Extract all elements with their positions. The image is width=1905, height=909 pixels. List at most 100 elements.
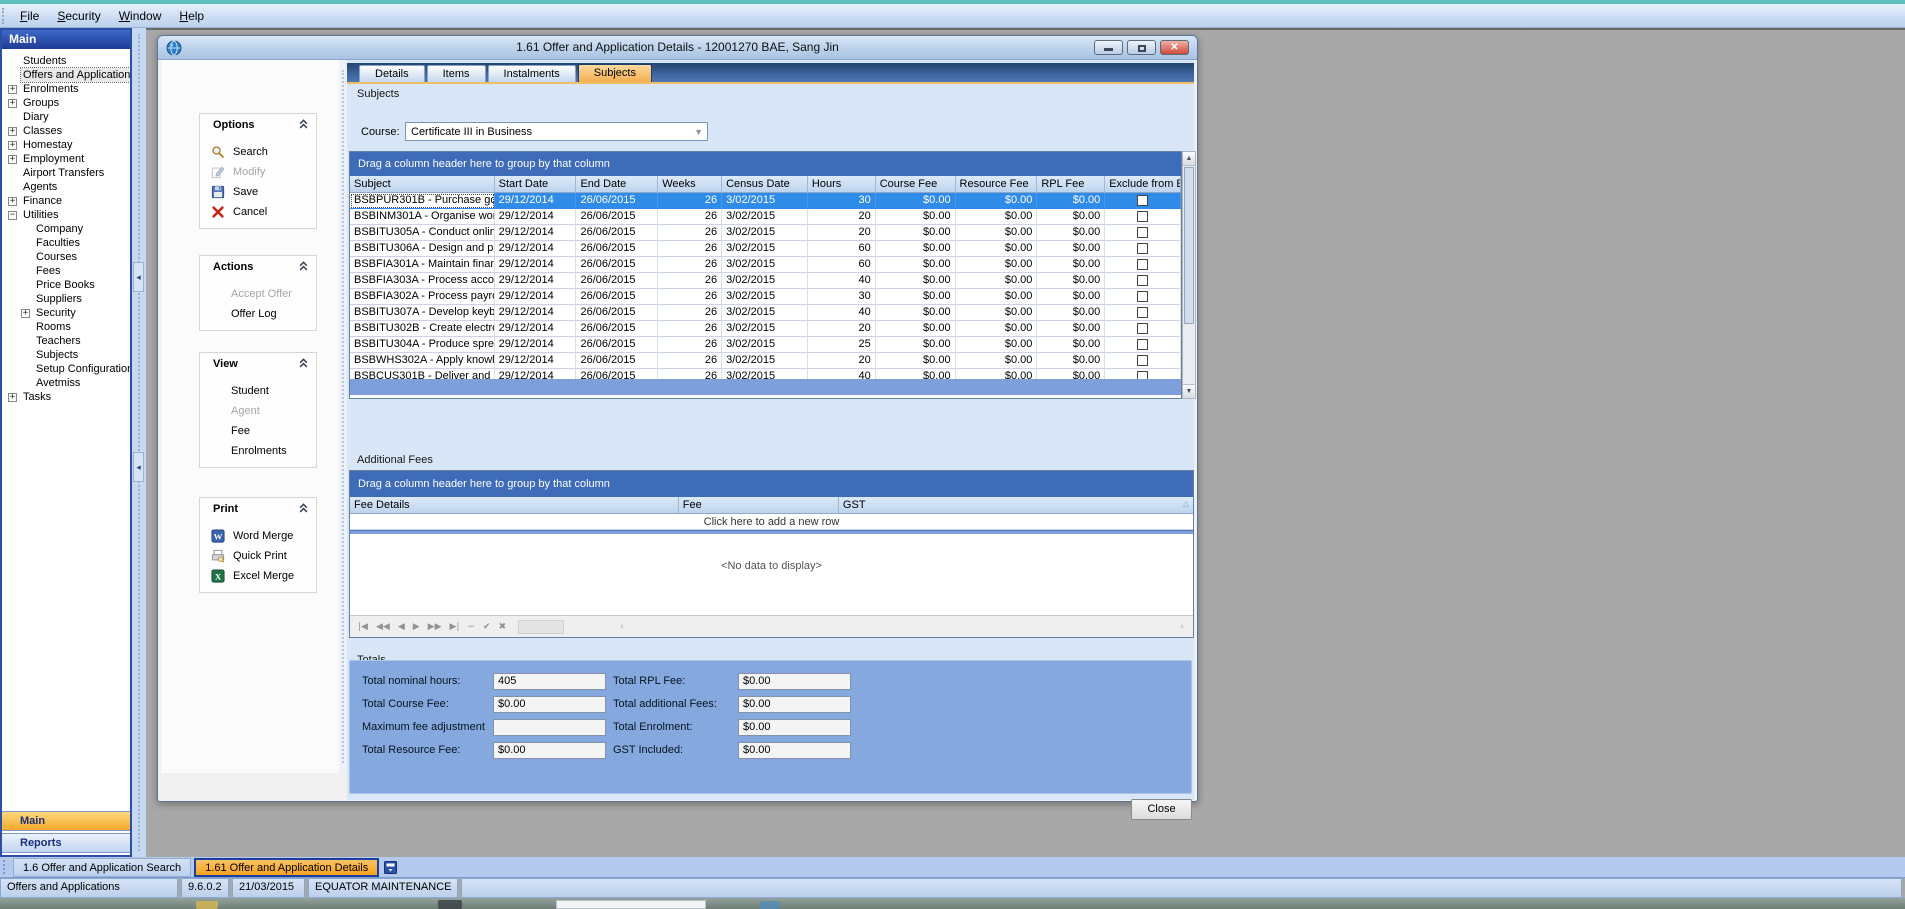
sidebar-item-avetmiss[interactable]: Avetmiss (2, 376, 130, 390)
exclude-checkbox[interactable] (1137, 291, 1148, 302)
sidebar-item-students[interactable]: Students (2, 54, 130, 68)
section-header-options[interactable]: Options (200, 114, 316, 136)
sidebar-item-diary[interactable]: Diary (2, 110, 130, 124)
window-tab-inactive[interactable]: 1.6 Offer and Application Search (13, 858, 191, 877)
sidebar-item-company[interactable]: Company (2, 222, 130, 236)
section-header-print[interactable]: Print (200, 498, 316, 520)
sidebar-item-subjects[interactable]: Subjects (2, 348, 130, 362)
sidebar-item-setup-configuration[interactable]: Setup Configuration (2, 362, 130, 376)
minimize-icon[interactable] (1094, 40, 1123, 55)
cancel-button[interactable]: Cancel (200, 202, 316, 222)
scroll-up-icon[interactable]: ▲ (1183, 152, 1195, 166)
sidebar-item-teachers[interactable]: Teachers (2, 334, 130, 348)
column-header-start-date[interactable]: Start Date (495, 176, 577, 192)
subject-row[interactable]: BSBINM301A - Organise workpl29/12/201426… (350, 209, 1181, 225)
column-header-exclude-from-enr[interactable]: Exclude from Enr (1105, 176, 1181, 192)
expand-icon[interactable]: + (8, 99, 17, 108)
column-header-census-date[interactable]: Census Date (722, 176, 808, 192)
search-button[interactable]: Search (200, 142, 316, 162)
excel-merge-button[interactable]: XExcel Merge (200, 566, 316, 586)
menu-window[interactable]: Window (110, 7, 171, 25)
sidebar-item-price-books[interactable]: Price Books (2, 278, 130, 292)
section-header-view[interactable]: View (200, 353, 316, 375)
exclude-checkbox[interactable] (1137, 275, 1148, 286)
quick-print-button[interactable]: Quick Print (200, 546, 316, 566)
subject-row[interactable]: BSBCUS301B - Deliver and mo29/12/201426/… (350, 369, 1181, 379)
scroll-right-icon[interactable]: › (1176, 622, 1188, 632)
subject-row[interactable]: BSBITU305A - Conduct online29/12/201426/… (350, 225, 1181, 241)
close-icon[interactable]: ✕ (1160, 40, 1189, 55)
tab-items[interactable]: Items (427, 65, 486, 82)
menu-help[interactable]: Help (170, 7, 213, 25)
column-header-weeks[interactable]: Weeks (658, 176, 722, 192)
totals-field-total-additional-fees-[interactable]: $0.00 (738, 696, 851, 713)
expand-icon[interactable]: + (8, 155, 17, 164)
word-merge-button[interactable]: WWord Merge (200, 526, 316, 546)
column-header-course-fee[interactable]: Course Fee (876, 176, 956, 192)
menu-file[interactable]: File (11, 7, 48, 25)
exclude-checkbox[interactable] (1137, 227, 1148, 238)
window-list-icon[interactable] (384, 861, 397, 874)
collapse-left-icon[interactable]: ◂ (133, 262, 144, 292)
scroll-down-icon[interactable]: ▼ (1183, 384, 1195, 398)
next-record-icon[interactable]: ▶ (409, 622, 424, 632)
column-header-hours[interactable]: Hours (808, 176, 876, 192)
add-new-row[interactable]: Click here to add a new row (350, 514, 1193, 530)
group-by-band[interactable]: Drag a column header here to group by th… (350, 471, 1193, 497)
sidebar-item-suppliers[interactable]: Suppliers (2, 292, 130, 306)
subject-row[interactable]: BSBITU307A - Develop keyboa29/12/201426/… (350, 305, 1181, 321)
delete-record-icon[interactable]: − (463, 622, 479, 632)
fee-button[interactable]: Fee (200, 421, 316, 441)
last-record-icon[interactable]: ▶| (446, 622, 464, 632)
subject-row[interactable]: BSBWHS302A - Apply knowled29/12/201426/0… (350, 353, 1181, 369)
tab-instalments[interactable]: Instalments (488, 65, 576, 82)
sidebar-item-finance[interactable]: +Finance (2, 194, 130, 208)
expand-icon[interactable]: + (21, 309, 30, 318)
totals-field-total-course-fee-[interactable]: $0.00 (493, 696, 606, 713)
exclude-checkbox[interactable] (1137, 243, 1148, 254)
sidebar-item-rooms[interactable]: Rooms (2, 320, 130, 334)
tab-subjects[interactable]: Subjects (578, 64, 652, 82)
exclude-checkbox[interactable] (1137, 307, 1148, 318)
expand-icon[interactable]: + (8, 141, 17, 150)
column-header-fee-details[interactable]: Fee Details (350, 497, 679, 513)
offer-log-button[interactable]: Offer Log (200, 304, 316, 324)
sidebar-item-courses[interactable]: Courses (2, 250, 130, 264)
course-dropdown[interactable]: Certificate III in Business ▼ (405, 122, 708, 141)
close-button[interactable]: Close (1131, 799, 1192, 820)
totals-field-maximum-fee-adjustment[interactable] (493, 719, 606, 736)
sidebar-item-security[interactable]: +Security (2, 306, 130, 320)
sidebar-item-classes[interactable]: +Classes (2, 124, 130, 138)
sidebar-splitter[interactable]: ◂ ◂ (132, 28, 146, 857)
sidebar-item-utilities[interactable]: −Utilities (2, 208, 130, 222)
collapse-icon[interactable]: − (8, 211, 17, 220)
subject-row[interactable]: BSBPUR301B - Purchase goods29/12/201426/… (350, 193, 1181, 209)
panel-splitter[interactable] (339, 60, 347, 773)
column-header-fee[interactable]: Fee (679, 497, 839, 513)
totals-field-total-enrolment-[interactable]: $0.00 (738, 719, 851, 736)
column-header-end-date[interactable]: End Date (576, 176, 658, 192)
subject-row[interactable]: BSBITU304A - Produce spread29/12/201426/… (350, 337, 1181, 353)
totals-field-gst-included-[interactable]: $0.00 (738, 742, 851, 759)
collapse-section-icon[interactable] (299, 261, 308, 274)
expand-icon[interactable]: + (8, 197, 17, 206)
expand-icon[interactable]: + (8, 393, 17, 402)
scroll-left-icon[interactable]: ‹ (616, 622, 628, 632)
sidebar-group-button-main[interactable]: Main (2, 811, 130, 831)
subjects-scrollbar[interactable]: ▲ ▼ (1182, 151, 1196, 399)
scrollbar-thumb[interactable] (1184, 167, 1194, 324)
sidebar-item-groups[interactable]: +Groups (2, 96, 130, 110)
exclude-checkbox[interactable] (1137, 259, 1148, 270)
totals-field-total-nominal-hours-[interactable]: 405 (493, 673, 606, 690)
post-edit-icon[interactable]: ✔ (479, 622, 495, 632)
next-page-icon[interactable]: ▶▶ (424, 622, 446, 632)
exclude-checkbox[interactable] (1137, 371, 1148, 379)
exclude-checkbox[interactable] (1137, 323, 1148, 334)
collapse-section-icon[interactable] (299, 119, 308, 132)
menu-security[interactable]: Security (48, 7, 109, 25)
sidebar-group-button-reports[interactable]: Reports (2, 833, 130, 853)
subject-row[interactable]: BSBFIA303A - Process accoun29/12/201426/… (350, 273, 1181, 289)
sidebar-item-airport-transfers[interactable]: Airport Transfers (2, 166, 130, 180)
sidebar-item-tasks[interactable]: +Tasks (2, 390, 130, 404)
expand-icon[interactable]: + (8, 85, 17, 94)
